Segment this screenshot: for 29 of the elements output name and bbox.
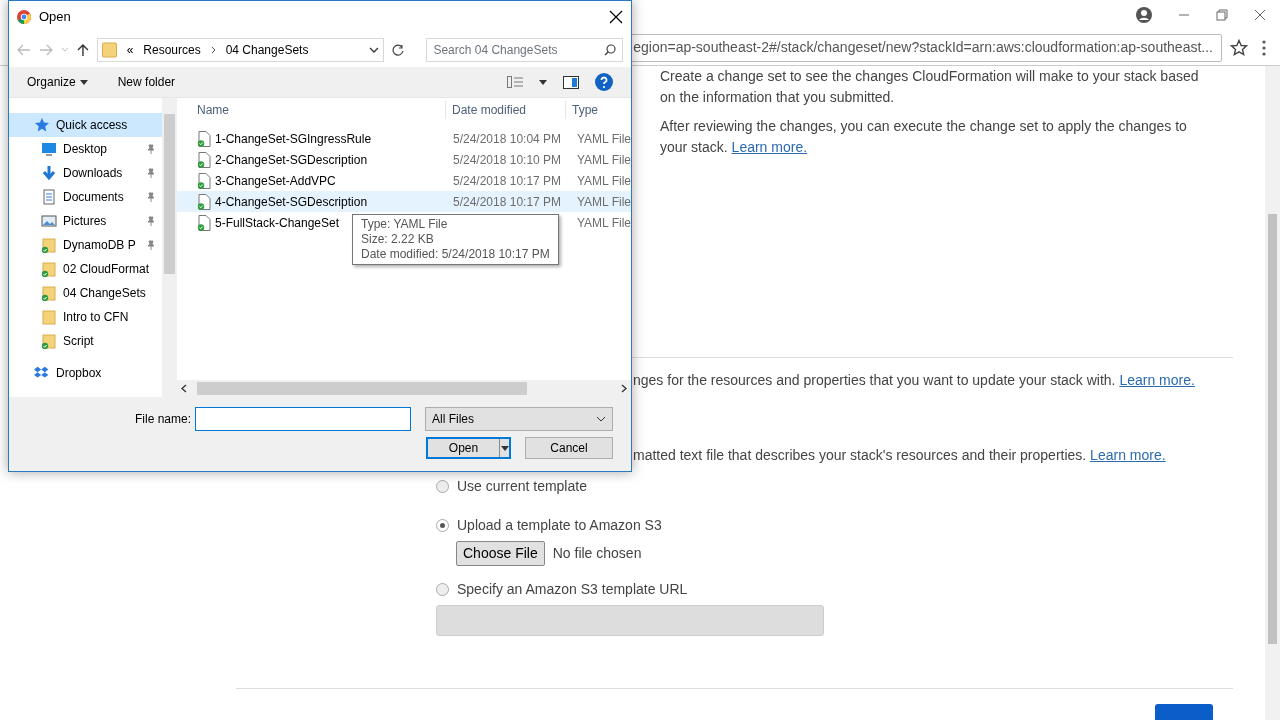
file-type: YAML File — [577, 215, 631, 230]
file-name-label: File name: — [134, 411, 191, 428]
file-status-text: No file chosen — [552, 544, 642, 563]
radio-label: Specify an Amazon S3 template URL — [457, 579, 688, 599]
file-name: 3-ChangeSet-AddVPC — [215, 172, 336, 190]
url-text: egion=ap-southeast-2#/stack/changeset/new?stackId=arn:aws:cloudformation:ap-southeast... — [633, 38, 1213, 57]
tooltip-line: Size: 2.22 KB — [361, 232, 435, 247]
template-description: matted text file that describes your stack's resources and their properties. Learn more. — [633, 446, 1167, 465]
tooltip-line: Date modified: 5/24/2018 10:17 PM — [361, 247, 550, 262]
dialog-title: Open — [39, 8, 71, 27]
file-type: YAML File — [577, 131, 631, 146]
file-date: 5/24/2018 10:17 PM — [453, 194, 562, 209]
radio-label: Upload a template to Amazon S3 — [457, 515, 662, 535]
intro-paragraph: Create a change set to see the changes CloudFormation will make to your stack based on the information that you submitted. — [660, 67, 1200, 107]
file-type: YAML File — [577, 173, 631, 188]
file-name: 4-ChangeSet-SGDescription — [215, 193, 368, 211]
file-name: 1-ChangeSet-SGIngressRule — [215, 130, 372, 148]
changes-description: nges for the resources and properties that you want to update your stack with. Learn more. — [633, 371, 1196, 390]
file-date: 5/24/2018 10:10 PM — [453, 152, 562, 167]
file-type: YAML File — [577, 152, 631, 167]
file-name: 5-FullStack-ChangeSet — [215, 214, 340, 232]
tooltip-line: Type: YAML File — [361, 217, 449, 232]
file-date: 5/24/2018 10:04 PM — [453, 131, 562, 146]
file-name: 2-ChangeSet-SGDescription — [215, 151, 368, 169]
radio-label: Use current template — [457, 476, 587, 496]
intro-paragraph: After reviewing the changes, you can execute the change set to apply the changes to your stack. Learn more. — [660, 117, 1188, 157]
file-date: 5/24/2018 10:17 PM — [453, 173, 562, 188]
search-placeholder: Search 04 ChangeSets — [433, 42, 558, 59]
file-type: YAML File — [577, 194, 631, 209]
